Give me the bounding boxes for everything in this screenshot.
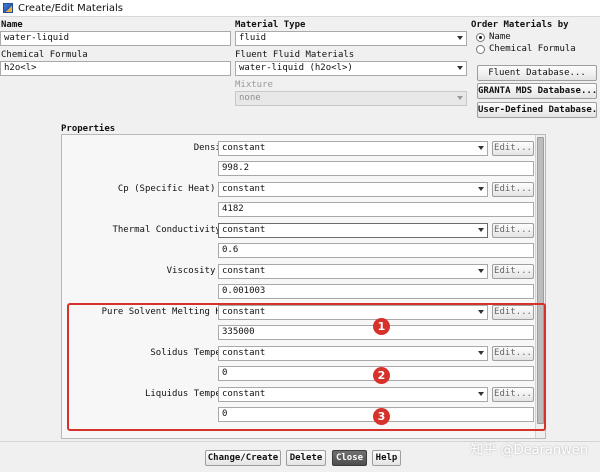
radio-unselected-icon xyxy=(476,44,485,54)
fluent-fluid-materials-label: Fluent Fluid Materials xyxy=(235,50,355,60)
property-method-value: constant xyxy=(222,143,266,153)
chevron-down-icon xyxy=(478,187,484,191)
property-row-thermal-conductivity: Thermal Conductivity [W/(m K)] constant … xyxy=(62,219,537,260)
material-type-select[interactable]: fluid xyxy=(235,31,467,46)
fluent-database-button[interactable]: Fluent Database... xyxy=(477,65,597,81)
property-edit-button[interactable]: Edit... xyxy=(492,182,534,197)
close-button[interactable]: Close xyxy=(332,450,367,466)
name-label: Name xyxy=(1,20,23,30)
material-type-label: Material Type xyxy=(235,20,306,30)
delete-button[interactable]: Delete xyxy=(286,450,326,466)
property-method-value: constant xyxy=(222,266,266,276)
property-method-value: constant xyxy=(222,184,266,194)
order-by-name-radio[interactable]: Name xyxy=(476,32,511,42)
window-title: Create/Edit Materials xyxy=(18,2,123,14)
property-value-input[interactable]: 0.001003 xyxy=(218,284,534,299)
user-defined-database-button[interactable]: User-Defined Database... xyxy=(477,102,597,118)
chevron-down-icon xyxy=(457,36,463,40)
chevron-down-icon xyxy=(478,146,484,150)
name-input[interactable]: water-liquid xyxy=(0,31,231,46)
order-by-name-label: Name xyxy=(489,32,511,42)
chevron-down-icon xyxy=(457,96,463,100)
property-edit-button[interactable]: Edit... xyxy=(492,141,534,156)
order-materials-label: Order Materials by xyxy=(471,20,569,30)
properties-label: Properties xyxy=(61,124,116,134)
granta-database-button[interactable]: GRANTA MDS Database... xyxy=(477,83,597,99)
chemical-formula-label: Chemical Formula xyxy=(1,50,88,60)
change-create-button[interactable]: Change/Create xyxy=(205,450,281,466)
annotation-badge-3: 3 xyxy=(373,408,390,425)
property-method-select[interactable]: constant xyxy=(218,264,488,279)
property-method-select[interactable]: constant xyxy=(218,141,488,156)
property-method-select[interactable]: constant xyxy=(218,223,488,238)
chevron-down-icon xyxy=(478,228,484,232)
annotation-badge-2: 2 xyxy=(373,367,390,384)
mixture-value: none xyxy=(239,93,261,103)
property-edit-button[interactable]: Edit... xyxy=(492,223,534,238)
property-row-density: Density [kg/m³] constant Edit... 998.2 xyxy=(62,137,537,178)
property-value-input[interactable]: 998.2 xyxy=(218,161,534,176)
chemical-formula-input[interactable]: h2o<l> xyxy=(0,61,231,76)
fluent-fluid-materials-select[interactable]: water-liquid (h2o<l>) xyxy=(235,61,467,76)
title-bar: Create/Edit Materials xyxy=(0,0,600,17)
mixture-select: none xyxy=(235,91,467,106)
radio-selected-icon xyxy=(476,32,485,42)
mixture-label: Mixture xyxy=(235,80,273,90)
watermark-text: 知乎 @Dearanwen xyxy=(470,443,588,458)
annotation-highlight-box xyxy=(67,303,546,431)
order-by-formula-label: Chemical Formula xyxy=(489,44,576,54)
property-method-select[interactable]: constant xyxy=(218,182,488,197)
help-button[interactable]: Help xyxy=(372,450,401,466)
chevron-down-icon xyxy=(478,269,484,273)
property-value-input[interactable]: 0.6 xyxy=(218,243,534,258)
chevron-down-icon xyxy=(457,66,463,70)
fluent-fluid-materials-value: water-liquid (h2o<l>) xyxy=(239,63,353,73)
annotation-badge-1: 1 xyxy=(373,318,390,335)
app-icon xyxy=(3,3,13,13)
order-by-formula-radio[interactable]: Chemical Formula xyxy=(476,44,576,54)
property-value-input[interactable]: 4182 xyxy=(218,202,534,217)
property-row-viscosity: Viscosity [kg/(m s)] constant Edit... 0.… xyxy=(62,260,537,301)
material-type-value: fluid xyxy=(239,33,267,43)
property-row-cp: Cp (Specific Heat) [J/(kg K)] constant E… xyxy=(62,178,537,219)
property-method-value: constant xyxy=(222,225,266,235)
property-edit-button[interactable]: Edit... xyxy=(492,264,534,279)
